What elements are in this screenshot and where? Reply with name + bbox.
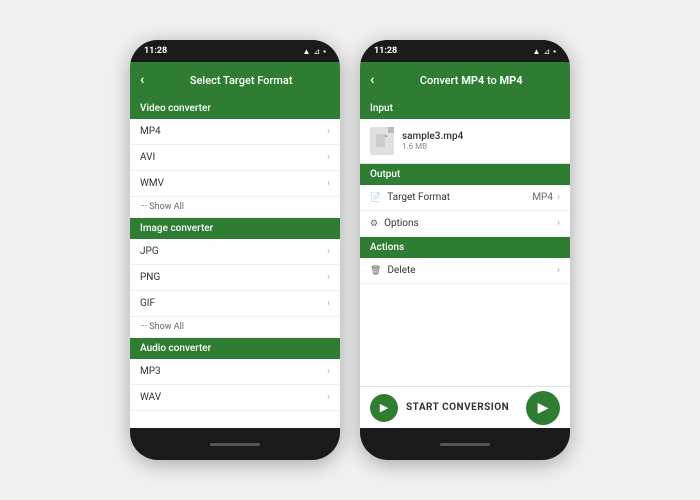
delete-label: Delete — [387, 265, 415, 276]
list-item-wav[interactable]: WAV › — [130, 385, 340, 411]
back-button-2[interactable]: ‹ — [370, 72, 374, 88]
wifi-icon: ⊿ — [313, 47, 320, 56]
delete-left: 🗑 Delete — [370, 265, 416, 276]
show-all-image-label: ··· Show All — [140, 322, 184, 332]
bottom-bar-1 — [130, 428, 340, 460]
file-icon — [370, 127, 394, 155]
item-label-avi: AVI — [140, 152, 155, 163]
options-left: ⚙ Options — [370, 218, 419, 229]
show-all-image[interactable]: ··· Show All — [130, 317, 340, 338]
play-icon-big: ▶ — [538, 400, 549, 416]
list-item-avi[interactable]: AVI › — [130, 145, 340, 171]
target-format-label: Target Format — [387, 192, 450, 203]
toolbar-title-2: Convert MP4 to MP4 — [382, 74, 560, 87]
show-all-video[interactable]: ··· Show All — [130, 197, 340, 218]
screen-content-1: Video converter MP4 › AVI › WMV › ··· Sh… — [130, 98, 340, 428]
output-options-row[interactable]: ⚙ Options › — [360, 211, 570, 237]
toolbar-1: ‹ Select Target Format — [130, 62, 340, 98]
list-item-mp4[interactable]: MP4 › — [130, 119, 340, 145]
play-icon-small: ▶ — [380, 401, 388, 414]
section-header-output: Output — [360, 164, 570, 185]
status-icons-1: ▲ ⊿ ▪ — [303, 47, 326, 56]
play-button-small[interactable]: ▶ — [370, 394, 398, 422]
target-format-right: MP4 › — [532, 192, 560, 203]
section-header-actions: Actions — [360, 237, 570, 258]
time-1: 11:28 — [144, 46, 167, 56]
screen-1: ‹ Select Target Format Video converter M… — [130, 62, 340, 460]
back-button-1[interactable]: ‹ — [140, 72, 144, 88]
home-indicator-1 — [210, 443, 260, 446]
trash-icon: 🗑 — [370, 266, 381, 276]
chevron-options: › — [557, 218, 560, 229]
toolbar-2: ‹ Convert MP4 to MP4 — [360, 62, 570, 98]
section-header-image: Image converter — [130, 218, 340, 239]
show-all-video-label: ··· Show All — [140, 202, 184, 212]
toolbar-title-1: Select Target Format — [152, 74, 330, 87]
start-conversion-bar[interactable]: ▶ START CONVERSION ▶ — [360, 386, 570, 428]
phone-1: 11:28 ▲ ⊿ ▪ ‹ Select Target Format Video… — [130, 40, 340, 460]
list-item-gif[interactable]: GIF › — [130, 291, 340, 317]
play-button-big[interactable]: ▶ — [526, 391, 560, 425]
list-item-mp3[interactable]: MP3 › — [130, 359, 340, 385]
chevron-png: › — [327, 272, 330, 283]
battery-icon-2: ▪ — [553, 47, 556, 56]
chevron-wmv: › — [327, 178, 330, 189]
item-label-mp4: MP4 — [140, 126, 161, 137]
chevron-avi: › — [327, 152, 330, 163]
chevron-mp4: › — [327, 126, 330, 137]
item-label-wav: WAV — [140, 392, 161, 403]
status-icons-2: ▲ ⊿ ▪ — [533, 47, 556, 56]
target-format-value: MP4 — [532, 192, 553, 203]
signal-icon: ▲ — [303, 47, 311, 56]
wifi-icon-2: ⊿ — [543, 47, 550, 56]
file-info: sample3.mp4 1.6 MB — [402, 131, 463, 151]
output-target-format-row[interactable]: 📄 Target Format MP4 › — [360, 185, 570, 211]
list-item-jpg[interactable]: JPG › — [130, 239, 340, 265]
format-icon: 📄 — [370, 193, 381, 203]
item-label-gif: GIF — [140, 298, 155, 309]
item-label-mp3: MP3 — [140, 366, 161, 377]
chevron-mp3: › — [327, 366, 330, 377]
chevron-gif: › — [327, 298, 330, 309]
screen-2: ‹ Convert MP4 to MP4 Input sample3.mp4 1… — [360, 62, 570, 460]
status-bar-2: 11:28 ▲ ⊿ ▪ — [360, 40, 570, 62]
chevron-format: › — [557, 192, 560, 203]
phone-2: 11:28 ▲ ⊿ ▪ ‹ Convert MP4 to MP4 Input — [360, 40, 570, 460]
item-label-png: PNG — [140, 272, 160, 283]
time-2: 11:28 — [374, 46, 397, 56]
section-header-video: Video converter — [130, 98, 340, 119]
section-header-input: Input — [360, 98, 570, 119]
home-indicator-2 — [440, 443, 490, 446]
screen-content-2: Input sample3.mp4 1.6 MB Output — [360, 98, 570, 386]
battery-icon: ▪ — [323, 47, 326, 56]
signal-icon-2: ▲ — [533, 47, 541, 56]
file-item: sample3.mp4 1.6 MB — [360, 119, 570, 163]
document-icon — [376, 134, 388, 148]
start-conversion-label: START CONVERSION — [406, 402, 509, 413]
chevron-wav: › — [327, 392, 330, 403]
output-left: 📄 Target Format — [370, 192, 450, 203]
list-item-png[interactable]: PNG › — [130, 265, 340, 291]
item-label-jpg: JPG — [140, 246, 159, 257]
delete-row[interactable]: 🗑 Delete › — [360, 258, 570, 284]
settings-icon: ⚙ — [370, 219, 378, 229]
file-size: 1.6 MB — [402, 142, 463, 151]
item-label-wmv: WMV — [140, 178, 164, 189]
chevron-delete: › — [557, 265, 560, 276]
chevron-jpg: › — [327, 246, 330, 257]
section-header-audio: Audio converter — [130, 338, 340, 359]
options-label: Options — [384, 218, 419, 229]
status-bar-1: 11:28 ▲ ⊿ ▪ — [130, 40, 340, 62]
file-name: sample3.mp4 — [402, 131, 463, 142]
bottom-bar-2 — [360, 428, 570, 460]
list-item-wmv[interactable]: WMV › — [130, 171, 340, 197]
input-section: sample3.mp4 1.6 MB — [360, 119, 570, 164]
